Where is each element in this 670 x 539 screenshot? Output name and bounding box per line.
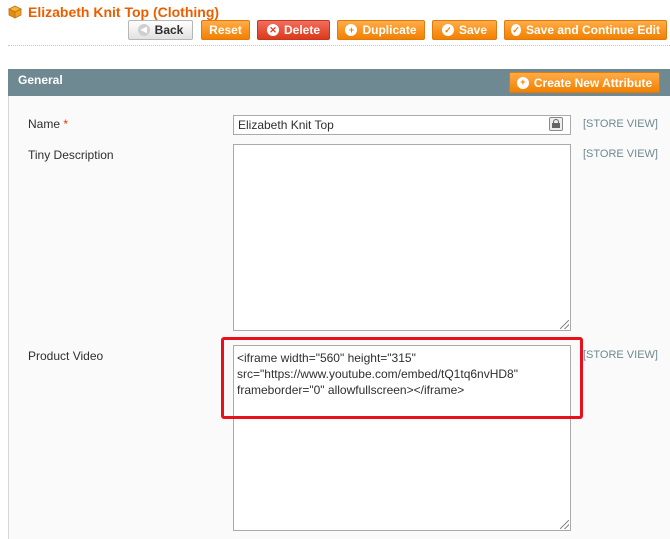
save-and-continue-label: Save and Continue Edit [525,23,660,37]
header-divider [8,45,670,46]
plus-icon: + [345,24,358,36]
name-label: Name * [28,117,68,131]
product-box-icon [8,5,22,19]
page-title: Elizabeth Knit Top (Clothing) [8,3,219,21]
save-button[interactable]: ✓ Save [432,20,497,40]
lock-icon[interactable] [549,117,563,131]
back-arrow-icon: ◀ [137,24,150,36]
product-video-textarea[interactable]: <iframe width="560" height="315" src="ht… [233,345,571,531]
reset-button-label: Reset [209,23,242,37]
save-button-label: Save [458,23,488,37]
fieldset-title: General [18,73,63,87]
delete-button-label: Delete [283,23,321,37]
duplicate-button[interactable]: + Duplicate [337,20,425,40]
checkmark-icon: ✓ [441,24,454,36]
back-button[interactable]: ◀ Back [128,20,193,40]
plus-icon: + [516,76,529,89]
resize-handle-icon[interactable] [560,320,569,329]
tiny-description-scope: [STORE VIEW] [583,148,658,160]
tiny-description-label: Tiny Description [28,148,114,162]
name-scope: [STORE VIEW] [583,118,658,130]
required-asterisk: * [63,117,69,131]
product-video-scope: [STORE VIEW] [583,349,658,361]
delete-x-icon: ✕ [266,24,279,36]
resize-handle-icon[interactable] [560,520,569,529]
name-label-text: Name [28,117,61,131]
duplicate-button-label: Duplicate [362,23,417,37]
checkmark-icon: ✓ [511,24,521,36]
page-title-text: Elizabeth Knit Top (Clothing) [28,4,220,20]
save-and-continue-button[interactable]: ✓ Save and Continue Edit [504,20,667,40]
product-video-label: Product Video [28,349,104,363]
delete-button[interactable]: ✕ Delete [257,20,330,40]
name-input[interactable]: Elizabeth Knit Top [233,115,571,135]
create-new-attribute-label: Create New Attribute [533,75,653,90]
tiny-description-textarea[interactable] [233,144,571,331]
reset-button[interactable]: Reset [201,20,250,40]
back-button-label: Back [154,23,184,37]
create-new-attribute-button[interactable]: + Create New Attribute [509,72,660,93]
